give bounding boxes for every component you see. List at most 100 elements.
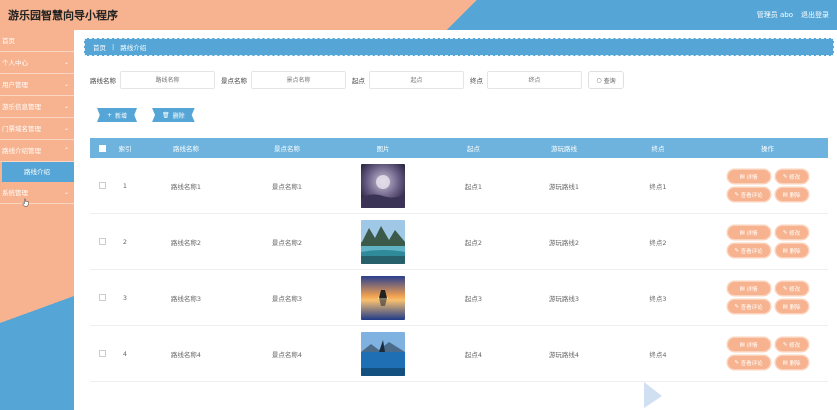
breadcrumb: 首页 | 路线介绍 [84,38,834,56]
cell-image [338,219,428,264]
cell-route-name: 路线名称3 [170,294,202,303]
cell-index: 2 [122,237,128,246]
row-delete-label: 删除 [789,304,801,311]
sidebar-item-system[interactable]: 系统管理 ⌄ [0,182,74,204]
edit-button[interactable]: ✎ 修改 [775,170,808,183]
row-delete-label: 删除 [789,248,801,255]
sidebar-item-label: 路线介绍管理 [2,147,41,155]
trash-icon: 🗑 [162,111,170,119]
cell-start: 起点3 [464,294,483,303]
detail-label: 详情 [746,174,758,181]
row-checkbox[interactable] [98,238,106,245]
action-bar: + 新增 🗑 删除 [97,108,195,122]
op-buttons: ▤ 详情 ✎ 修改 ✎ 查看评论 ▤ 删除 [707,338,828,369]
sidebar-item-profile[interactable]: 个人中心 ⌄ [0,52,74,74]
plus-icon: + [107,111,113,119]
view-comments-button[interactable]: ✎ 查看评论 [727,244,770,257]
sidebar-item-label: 用户管理 [2,81,28,89]
view-comments-button[interactable]: ✎ 查看评论 [727,356,770,369]
query-button[interactable]: ○ 查询 [588,71,624,89]
row-delete-button[interactable]: ▤ 删除 [775,300,808,313]
row-delete-button[interactable]: ▤ 删除 [775,244,808,257]
edit-button[interactable]: ✎ 修改 [775,226,808,239]
select-all-checkbox[interactable] [98,144,106,152]
cell-route-name: 路线名称1 [170,182,202,191]
cell-show-name: 景点名称4 [271,350,303,359]
trash-icon: ▤ [782,247,790,254]
detail-label: 详情 [746,230,758,237]
end-input[interactable] [487,71,582,89]
edit-button[interactable]: ✎ 修改 [775,338,808,351]
header-show-name: 景点名称 [274,145,300,153]
sidebar-item-route-management[interactable]: 路线介绍管理 ⌃ [0,140,74,162]
chevron-up-icon: ⌃ [63,147,69,154]
sidebar-item-tickets[interactable]: 门票域名管理 ⌄ [0,118,74,140]
view-comments-button[interactable]: ✎ 查看评论 [727,188,770,201]
table-row: 2 路线名称2 景点名称2 起点2 游玩路线2 终点2 ▤ 详情 ✎ 修改 ✎ … [90,214,828,270]
sidebar-item-label: 门票域名管理 [2,125,41,133]
header-end: 终点 [651,145,665,153]
trash-icon: ▤ [782,303,790,310]
search-bar: 路线名称 景点名称 起点 终点 ○ 查询 [90,71,624,89]
logout-link[interactable]: 退出登录 [801,10,829,20]
route-thumbnail[interactable] [361,275,405,320]
show-name-input[interactable] [251,71,346,89]
route-thumbnail[interactable] [361,163,405,208]
view-comments-button[interactable]: ✎ 查看评论 [727,300,770,313]
row-delete-button[interactable]: ▤ 删除 [775,188,808,201]
delete-button[interactable]: 🗑 删除 [152,108,195,122]
header-index: 索引 [118,145,132,153]
start-label: 起点 [352,77,365,85]
add-button[interactable]: + 新增 [97,108,138,122]
detail-button[interactable]: ▤ 详情 [727,226,770,239]
edit-label: 修改 [789,230,801,237]
sidebar-item-label: 游乐信息管理 [2,103,41,111]
sidebar-item-users[interactable]: 用户管理 ⌄ [0,74,74,96]
comment-label: 查看评论 [740,304,763,311]
cell-route: 游玩路线2 [548,238,580,247]
row-checkbox[interactable] [98,182,106,189]
row-checkbox[interactable] [98,294,106,301]
watermark-logo-icon [644,382,662,408]
breadcrumb-home[interactable]: 首页 [93,42,106,52]
detail-button[interactable]: ▤ 详情 [727,170,770,183]
cell-end: 终点3 [649,294,667,303]
detail-button[interactable]: ▤ 详情 [727,282,770,295]
cell-show-name: 景点名称2 [271,238,303,247]
row-checkbox-cell [90,294,114,301]
route-name-input[interactable] [120,71,215,89]
edit-button[interactable]: ✎ 修改 [775,282,808,295]
route-thumbnail[interactable] [361,331,405,376]
cell-route-name: 路线名称4 [170,350,202,359]
cell-image [338,163,428,208]
hand-cursor-icon [22,198,29,207]
start-input[interactable] [369,71,464,89]
cell-route: 游玩路线1 [548,182,580,191]
cell-image [338,275,428,320]
chevron-down-icon: ⌄ [63,125,69,132]
chevron-down-icon: ⌄ [63,59,69,66]
row-checkbox[interactable] [98,350,106,357]
op-buttons: ▤ 详情 ✎ 修改 ✎ 查看评论 ▤ 删除 [707,282,828,313]
table-header: 索引 路线名称 景点名称 图片 起点 游玩路线 终点 操作 [90,138,828,158]
detail-button[interactable]: ▤ 详情 [727,338,770,351]
row-checkbox-cell [90,238,114,245]
header-ops: 操作 [761,145,774,153]
cell-image [338,331,428,376]
row-delete-button[interactable]: ▤ 删除 [775,356,808,369]
chevron-down-icon: ⌄ [63,81,69,88]
sidebar-item-home[interactable]: 首页 [0,30,74,52]
route-table: 索引 路线名称 景点名称 图片 起点 游玩路线 终点 操作 1 路线名称1 景点… [90,138,828,382]
sidebar-item-label: 路线介绍 [24,168,50,176]
sidebar-subitem-route-intro[interactable]: 路线介绍 [2,162,74,182]
cell-ops: ▤ 详情 ✎ 修改 ✎ 查看评论 ▤ 删除 [707,338,828,369]
edit-label: 修改 [789,174,801,181]
row-checkbox-cell [90,350,114,357]
doc-icon: ▤ [739,173,747,180]
sidebar-item-amusement-info[interactable]: 游乐信息管理 ⌄ [0,96,74,118]
header-start: 起点 [467,145,480,153]
sidebar-item-label: 系统管理 [2,189,28,197]
header-route: 游玩路线 [551,145,577,153]
route-thumbnail[interactable] [361,219,405,264]
cell-ops: ▤ 详情 ✎ 修改 ✎ 查看评论 ▤ 删除 [707,170,828,201]
